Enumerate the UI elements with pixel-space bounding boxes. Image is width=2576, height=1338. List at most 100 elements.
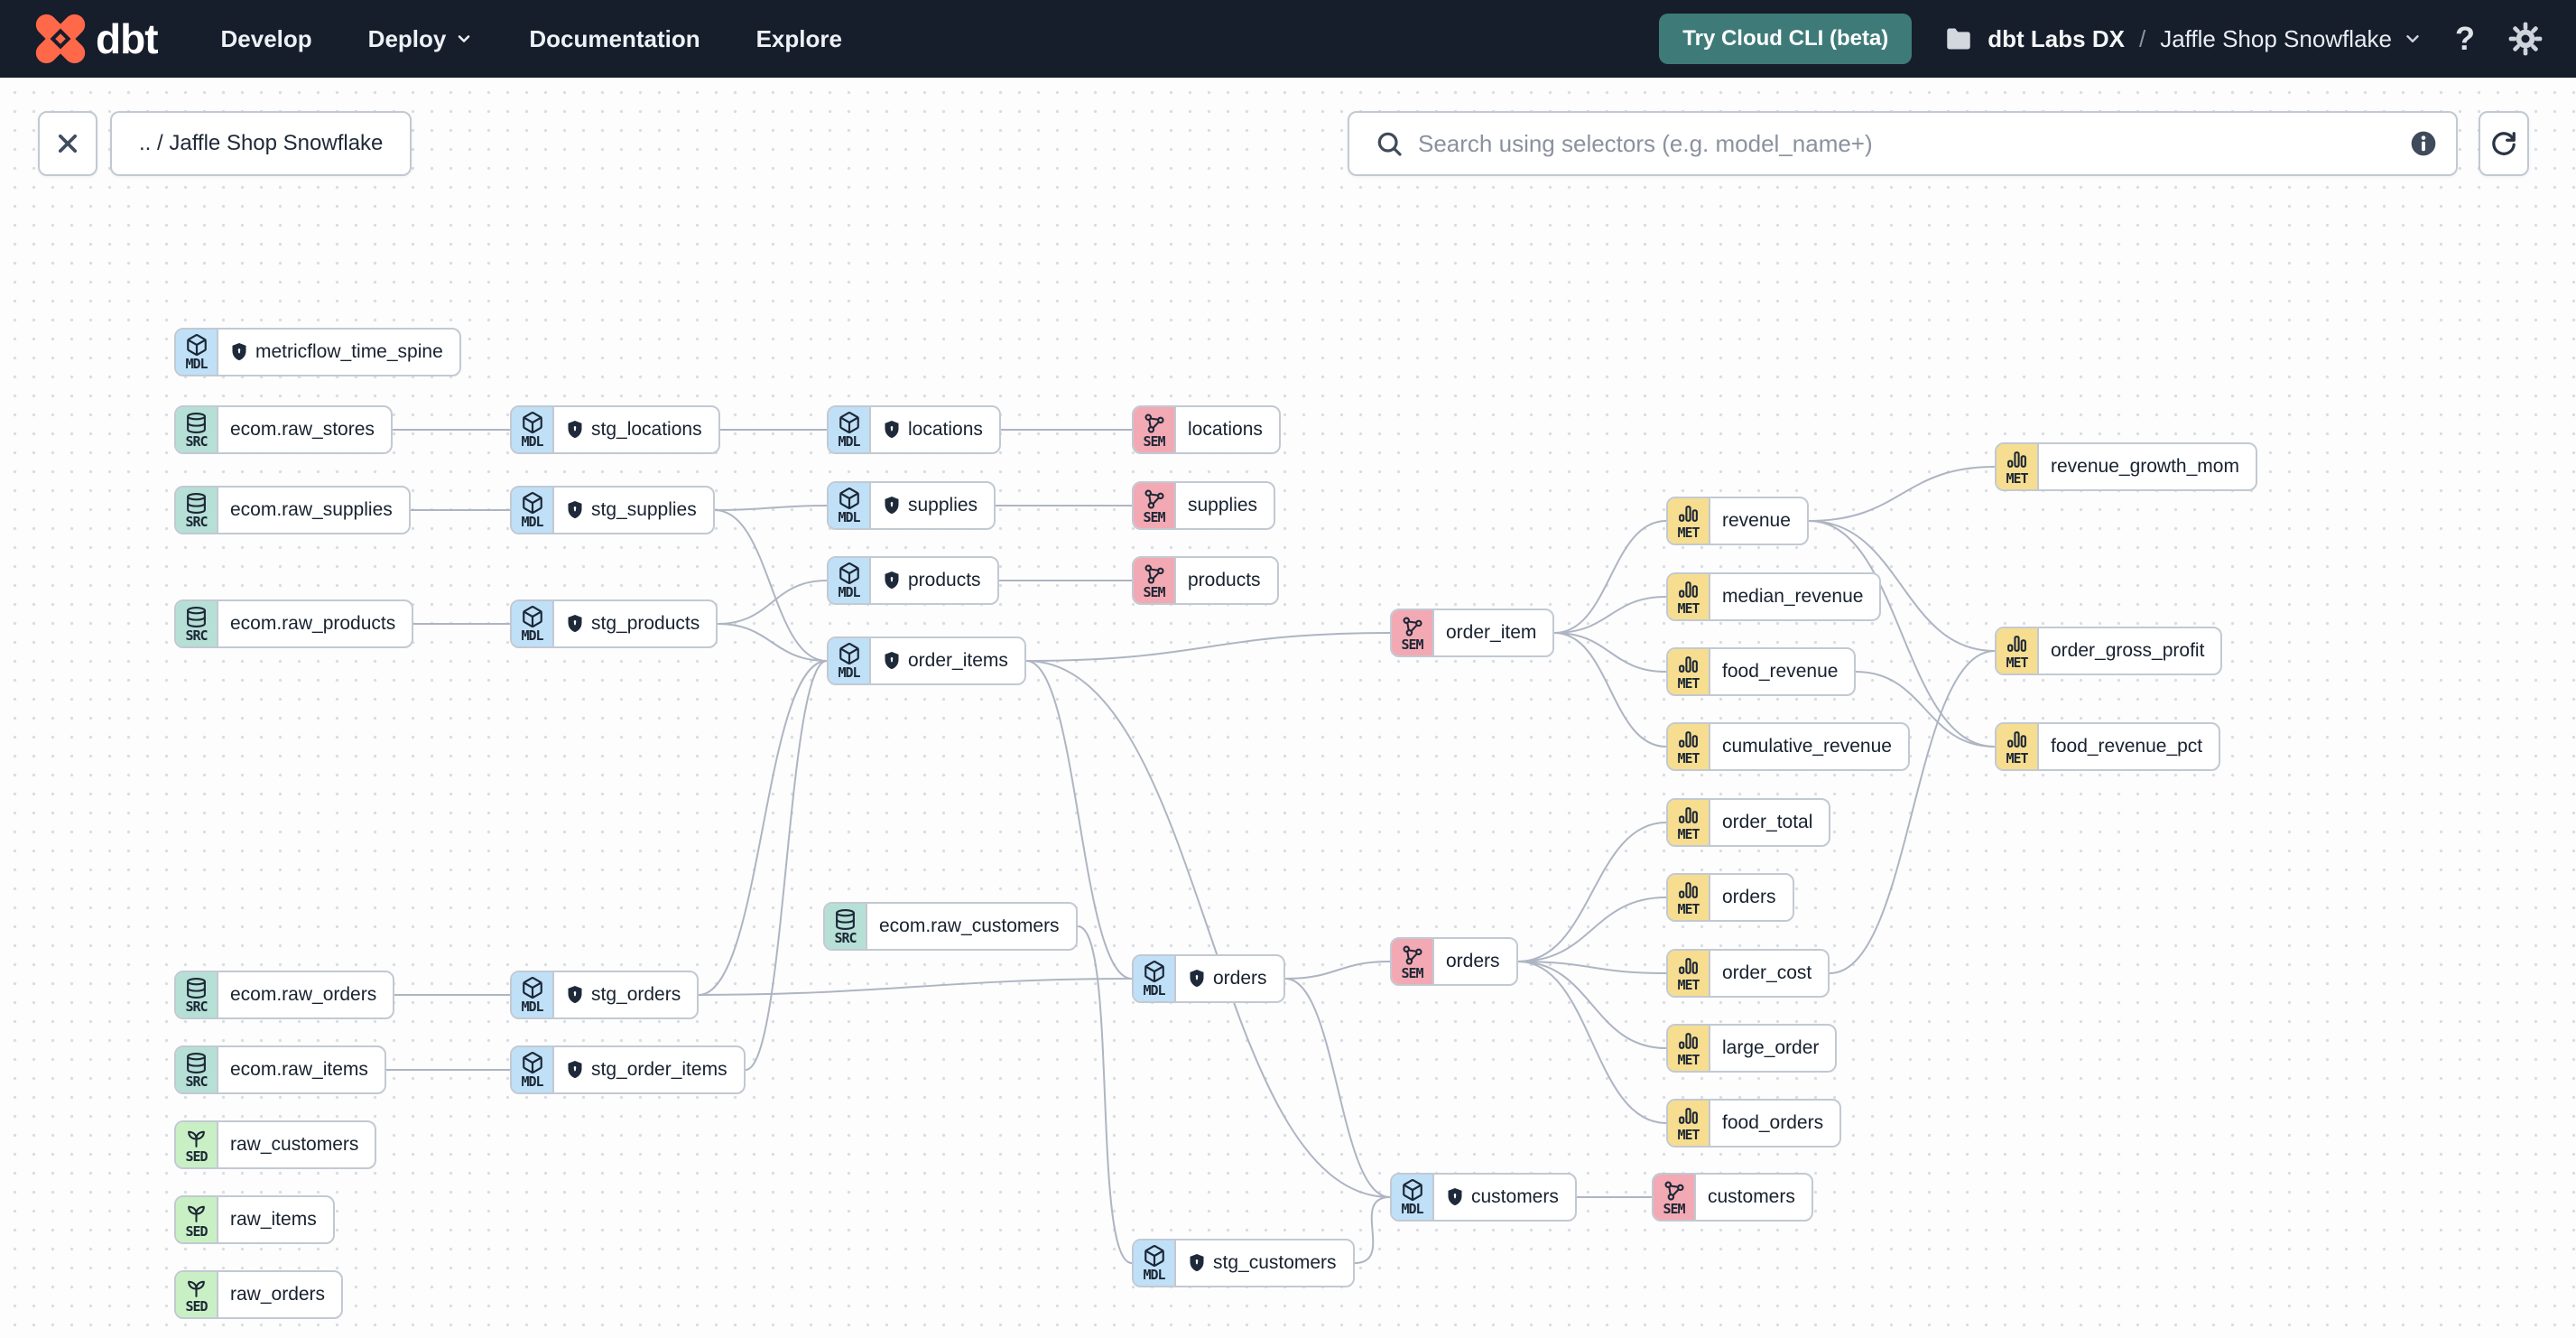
model-cube-icon — [521, 411, 544, 434]
graph-node-products_s[interactable]: SEM products — [1132, 556, 1279, 605]
nav-item-documentation[interactable]: Documentation — [529, 25, 700, 53]
node-name: order_item — [1446, 622, 1537, 643]
close-lineage-button[interactable] — [38, 111, 97, 176]
graph-node-order_item_s[interactable]: SEM order_item — [1390, 609, 1555, 657]
graph-node-raw_orders_src[interactable]: SRC ecom.raw_orders — [174, 971, 395, 1019]
model-cube-icon — [521, 605, 544, 628]
nav-item-deploy[interactable]: Deploy — [368, 25, 474, 53]
bar-chart-icon — [1677, 579, 1700, 601]
shield-icon — [230, 342, 248, 362]
shield-icon — [1188, 969, 1206, 989]
graph-node-food_revenue_pct[interactable]: MET food_revenue_pct — [1995, 722, 2221, 771]
graph-node-orders_met[interactable]: MET orders — [1666, 873, 1794, 922]
node-type-badge: SRC — [176, 488, 218, 533]
graph-node-stg_locations[interactable]: MDL stg_locations — [510, 405, 720, 454]
brand-text: dbt — [96, 15, 159, 62]
node-body: orders — [1176, 956, 1283, 1001]
node-name: customers — [1471, 1186, 1559, 1207]
node-name: revenue — [1722, 510, 1791, 531]
graph-node-raw_customers_src[interactable]: SRC ecom.raw_customers — [823, 902, 1078, 951]
node-type-label: MDL — [838, 433, 860, 450]
node-type-label: SEM — [1143, 583, 1165, 600]
search-input[interactable] — [1418, 129, 2409, 158]
graph-node-seed_raw_customers[interactable]: SED raw_customers — [174, 1120, 377, 1169]
graph-node-orders_m[interactable]: MDL orders — [1132, 954, 1285, 1003]
lineage-edge-revenue-food_revenue_pct — [1808, 520, 1996, 748]
node-name: ecom.raw_customers — [879, 915, 1060, 936]
node-name: ecom.raw_supplies — [230, 499, 393, 520]
node-type-label: SEM — [1401, 964, 1423, 981]
graph-node-locations_m[interactable]: MDL locations — [827, 405, 1001, 454]
graph-node-raw_supplies[interactable]: SRC ecom.raw_supplies — [174, 486, 411, 534]
graph-node-raw_stores[interactable]: SRC ecom.raw_stores — [174, 405, 393, 454]
selector-search-bar — [1348, 111, 2458, 176]
node-name: ecom.raw_stores — [230, 419, 375, 440]
model-cube-icon — [1401, 1178, 1424, 1202]
graph-node-stg_products[interactable]: MDL stg_products — [510, 599, 718, 648]
node-body: products — [871, 558, 997, 603]
graph-node-food_orders[interactable]: MET food_orders — [1666, 1099, 1842, 1148]
settings-gear-icon[interactable] — [2507, 21, 2544, 57]
breadcrumb-separator: / — [2138, 24, 2146, 52]
node-name: orders — [1446, 951, 1500, 971]
graph-node-products_m[interactable]: MDL products — [827, 556, 999, 605]
graph-node-large_order[interactable]: MET large_order — [1666, 1024, 1838, 1073]
graph-node-food_revenue[interactable]: MET food_revenue — [1666, 647, 1857, 696]
graph-node-stg_customers[interactable]: MDL stg_customers — [1132, 1239, 1355, 1287]
graph-node-orders_s[interactable]: SEM orders — [1390, 937, 1518, 986]
nav-item-develop[interactable]: Develop — [221, 25, 312, 53]
node-body: order_gross_profit — [2039, 628, 2220, 674]
dbt-logo[interactable]: dbt — [34, 13, 159, 65]
graph-node-median_revenue[interactable]: MET median_revenue — [1666, 572, 1882, 621]
graph-node-revenue_growth_mom[interactable]: MET revenue_growth_mom — [1995, 442, 2257, 491]
node-type-badge: MDL — [829, 407, 871, 452]
lineage-edge-orders_m-customers_m — [1284, 978, 1391, 1198]
node-name: large_order — [1722, 1037, 1820, 1058]
info-icon[interactable] — [2409, 129, 2438, 158]
graph-node-customers_m[interactable]: MDL customers — [1390, 1173, 1577, 1222]
graph-node-order_cost[interactable]: MET order_cost — [1666, 949, 1830, 998]
help-icon[interactable]: ? — [2455, 20, 2475, 58]
graph-node-order_items[interactable]: MDL order_items — [827, 636, 1026, 685]
nav-item-explore[interactable]: Explore — [756, 25, 842, 53]
node-body: raw_items — [218, 1197, 333, 1242]
graph-node-stg_order_items[interactable]: MDL stg_order_items — [510, 1045, 746, 1094]
graph-node-customers_s[interactable]: SEM customers — [1652, 1173, 1813, 1222]
refresh-button[interactable] — [2479, 111, 2529, 176]
graph-node-order_gross_profit[interactable]: MET order_gross_profit — [1995, 627, 2223, 675]
node-type-badge: MDL — [512, 972, 554, 1017]
try-cloud-cli-button[interactable]: Try Cloud CLI (beta) — [1659, 14, 1913, 64]
account-name[interactable]: dbt Labs DX — [1988, 25, 2125, 53]
lineage-edge-orders_s-food_orders — [1517, 961, 1667, 1124]
graph-node-seed_raw_items[interactable]: SED raw_items — [174, 1195, 335, 1244]
lineage-breadcrumb[interactable]: .. / Jaffle Shop Snowflake — [110, 111, 412, 176]
share-network-icon — [1663, 1179, 1685, 1202]
graph-node-supplies_m[interactable]: MDL supplies — [827, 481, 996, 530]
node-type-label: SEM — [1143, 508, 1165, 525]
node-name: stg_customers — [1213, 1252, 1337, 1273]
graph-node-locations_s[interactable]: SEM locations — [1132, 405, 1281, 454]
node-type-badge: SEM — [1134, 407, 1176, 452]
graph-node-supplies_s[interactable]: SEM supplies — [1132, 481, 1276, 530]
graph-node-cumulative_revenue[interactable]: MET cumulative_revenue — [1666, 722, 1910, 771]
node-body: stg_order_items — [554, 1047, 744, 1092]
graph-node-stg_orders[interactable]: MDL stg_orders — [510, 971, 700, 1019]
graph-node-seed_raw_orders[interactable]: SED raw_orders — [174, 1270, 344, 1319]
shield-icon — [566, 1060, 584, 1080]
node-name: ecom.raw_items — [230, 1059, 368, 1080]
graph-node-raw_products[interactable]: SRC ecom.raw_products — [174, 599, 414, 648]
node-type-label: MDL — [838, 509, 860, 525]
model-cube-icon — [521, 491, 544, 515]
project-selector[interactable]: Jaffle Shop Snowflake — [2160, 25, 2423, 53]
lineage-edge-stg_orders-order_items — [698, 660, 828, 996]
node-name: order_total — [1722, 812, 1813, 832]
node-body: ecom.raw_supplies — [218, 488, 409, 533]
graph-node-order_total[interactable]: MET order_total — [1666, 798, 1831, 847]
node-body: products — [1176, 558, 1277, 603]
graph-node-stg_supplies[interactable]: MDL stg_supplies — [510, 486, 715, 534]
graph-node-mts[interactable]: MDL metricflow_time_spine — [174, 328, 461, 376]
shield-icon — [566, 420, 584, 440]
graph-node-raw_items_src[interactable]: SRC ecom.raw_items — [174, 1045, 386, 1094]
graph-node-revenue[interactable]: MET revenue — [1666, 497, 1809, 545]
node-body: locations — [1176, 407, 1279, 452]
